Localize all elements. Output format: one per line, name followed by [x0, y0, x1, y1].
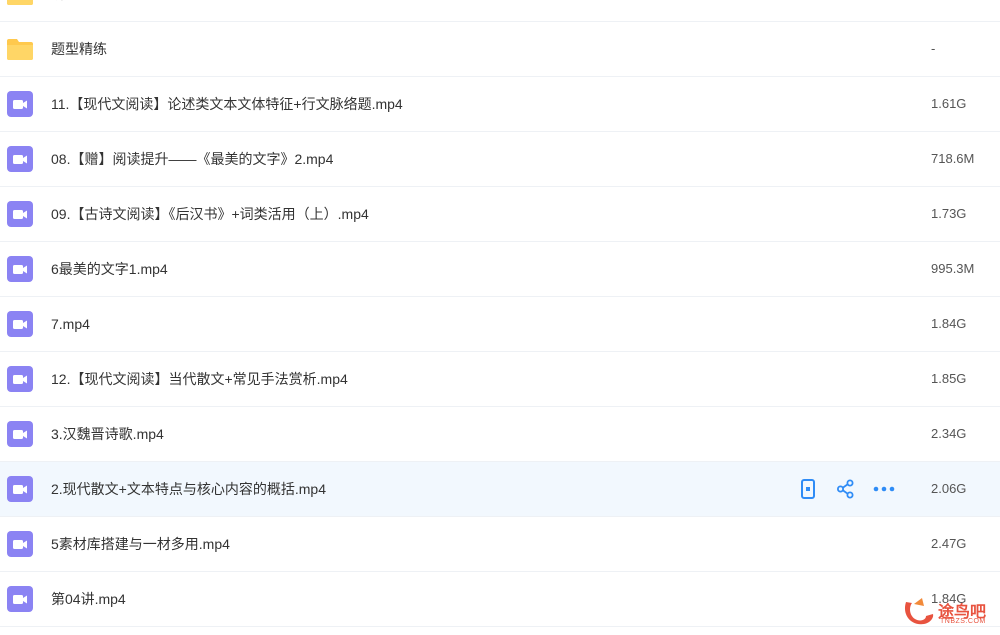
file-name[interactable]: 讲义 [51, 0, 79, 21]
file-size: - [931, 41, 936, 56]
folder-icon [6, 0, 34, 8]
file-name[interactable]: 12.【现代文阅读】当代散文+常见手法赏析.mp4 [51, 352, 348, 406]
video-file-icon [6, 255, 34, 283]
video-file-icon [6, 90, 34, 118]
file-size: 2.06G [931, 481, 967, 496]
share-icon[interactable] [834, 477, 858, 501]
row-actions [796, 477, 896, 501]
file-size: 2.34G [931, 426, 967, 441]
video-file-icon [6, 200, 34, 228]
watermark: 途鸟吧 TNBZS.COM [900, 592, 996, 632]
file-row[interactable]: 08.【赠】阅读提升——《最美的文字》2.mp4 718.6M [0, 132, 1000, 187]
file-row[interactable]: 第04讲.mp4 1.84G [0, 572, 1000, 627]
file-row[interactable]: 2.现代散文+文本特点与核心内容的概括.mp4 2.06G [0, 462, 1000, 517]
file-size: 1.61G [931, 96, 967, 111]
file-row[interactable]: 6最美的文字1.mp4 995.3M [0, 242, 1000, 297]
watermark-subtitle: TNBZS.COM [940, 618, 986, 625]
video-file-icon [6, 585, 34, 613]
file-name[interactable]: 6最美的文字1.mp4 [51, 242, 168, 296]
file-name[interactable]: 第04讲.mp4 [51, 572, 126, 626]
phone-icon[interactable] [796, 477, 820, 501]
file-name[interactable]: 题型精练 [51, 22, 107, 76]
more-icon[interactable] [872, 477, 896, 501]
video-file-icon [6, 145, 34, 173]
video-file-icon [6, 530, 34, 558]
folder-icon [6, 35, 34, 63]
file-name[interactable]: 08.【赠】阅读提升——《最美的文字》2.mp4 [51, 132, 333, 186]
file-name[interactable]: 3.汉魏晋诗歌.mp4 [51, 407, 164, 461]
file-name[interactable]: 09.【古诗文阅读】《后汉书》+词类活用（上）.mp4 [51, 187, 369, 241]
file-name[interactable]: 7.mp4 [51, 297, 90, 351]
file-row[interactable]: 11.【现代文阅读】论述类文本文体特征+行文脉络题.mp4 1.61G [0, 77, 1000, 132]
file-row[interactable]: 7.mp4 1.84G [0, 297, 1000, 352]
video-file-icon [6, 310, 34, 338]
video-file-icon [6, 365, 34, 393]
watermark-logo-icon [904, 598, 934, 625]
folder-row[interactable]: 题型精练 - [0, 22, 1000, 77]
file-row[interactable]: 5素材库搭建与一材多用.mp4 2.47G [0, 517, 1000, 572]
file-list: 讲义题型精练 - 11.【现代文阅读】论述类文本文体特征+行文脉络题.mp4 1.61… [0, 0, 1000, 627]
file-row[interactable]: 12.【现代文阅读】当代散文+常见手法赏析.mp4 1.85G [0, 352, 1000, 407]
file-size: 718.6M [931, 151, 975, 166]
video-file-icon [6, 420, 34, 448]
file-size: 2.47G [931, 536, 967, 551]
file-size: 1.73G [931, 206, 967, 221]
video-file-icon [6, 475, 34, 503]
file-size: 1.84G [931, 316, 967, 331]
file-size: 1.85G [931, 371, 967, 386]
file-name[interactable]: 5素材库搭建与一材多用.mp4 [51, 517, 230, 571]
file-row[interactable]: 09.【古诗文阅读】《后汉书》+词类活用（上）.mp4 1.73G [0, 187, 1000, 242]
folder-row[interactable]: 讲义 [0, 0, 1000, 22]
file-name[interactable]: 2.现代散文+文本特点与核心内容的概括.mp4 [51, 462, 326, 516]
file-name[interactable]: 11.【现代文阅读】论述类文本文体特征+行文脉络题.mp4 [51, 77, 403, 131]
file-row[interactable]: 3.汉魏晋诗歌.mp4 2.34G [0, 407, 1000, 462]
file-size: 995.3M [931, 261, 975, 276]
